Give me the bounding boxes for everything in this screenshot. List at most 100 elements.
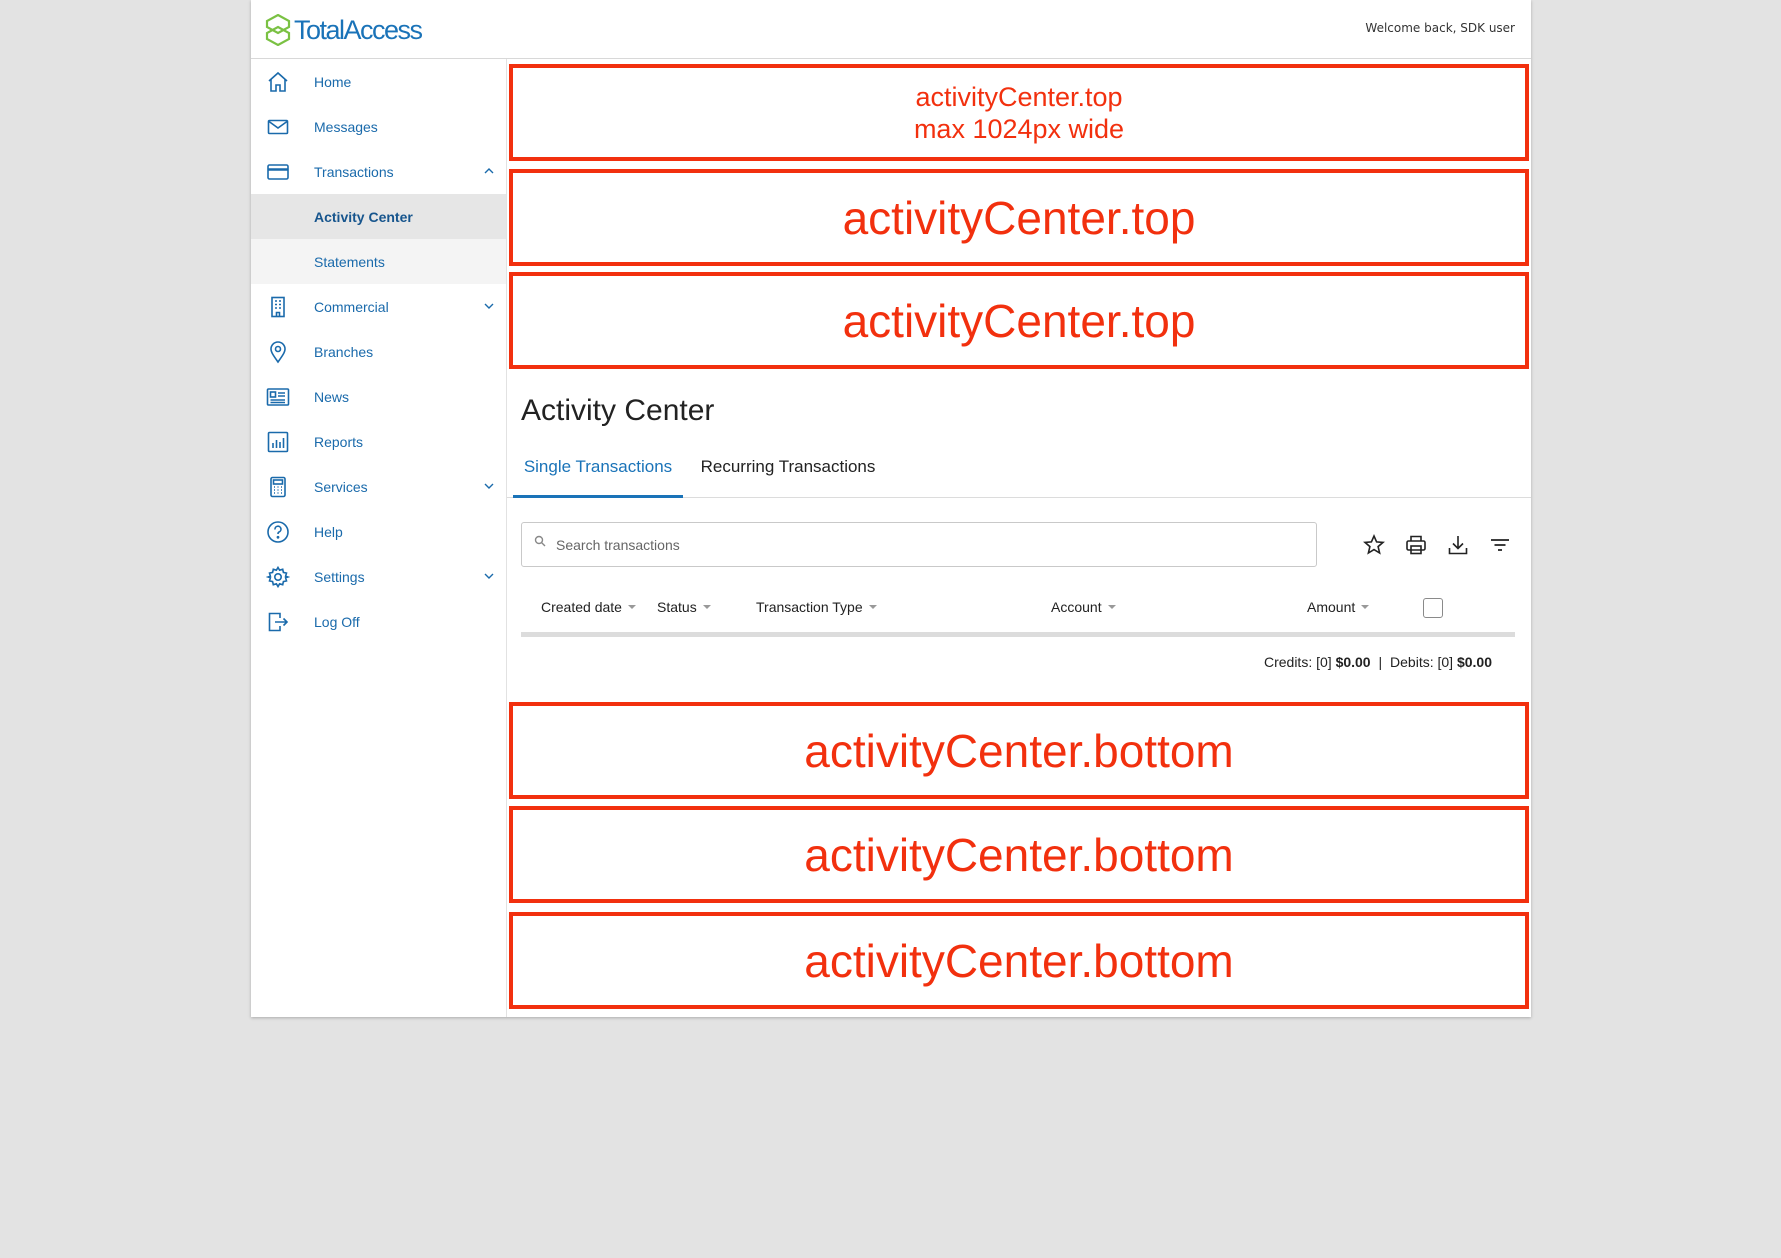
select-all-checkbox[interactable] xyxy=(1423,598,1443,618)
sidebar-item-label: Branches xyxy=(314,343,374,360)
column-account[interactable]: Account xyxy=(1051,599,1116,615)
chevron-down-icon[interactable] xyxy=(482,569,496,583)
sidebar-item-label: Transactions xyxy=(314,163,394,180)
search-icon xyxy=(534,535,546,547)
home-icon xyxy=(265,69,291,95)
sidebar-item-label: Commercial xyxy=(314,298,389,315)
tab-single-transactions[interactable]: Single Transactions xyxy=(513,443,683,498)
hexagon-logo-icon xyxy=(265,14,291,46)
table-divider xyxy=(521,632,1515,637)
column-amount[interactable]: Amount xyxy=(1307,599,1370,615)
filter-button[interactable] xyxy=(1486,531,1514,559)
column-label: Created date xyxy=(541,599,622,615)
sidebar-nav: Home Messages Transactions Activity Cent xyxy=(251,59,507,1017)
slot-label: activityCenter.bottom xyxy=(804,934,1234,987)
sidebar-item-label: Log Off xyxy=(314,613,360,630)
page-title: Activity Center xyxy=(521,394,715,427)
sort-caret-icon xyxy=(868,605,877,609)
slot-top-3: activityCenter.top xyxy=(509,272,1529,369)
brand-logo[interactable]: TotalAccess xyxy=(265,13,423,47)
sidebar-item-settings[interactable]: Settings xyxy=(251,554,506,599)
credits-label: Credits: [0] xyxy=(1263,654,1332,670)
sidebar-item-log-off[interactable]: Log Off xyxy=(251,599,506,644)
sidebar-item-commercial[interactable]: Commercial xyxy=(251,284,506,329)
slot-note: max 1024px wide xyxy=(913,113,1125,144)
slot-bottom-3: activityCenter.bottom xyxy=(509,912,1529,1009)
slot-label: activityCenter.bottom xyxy=(804,828,1234,881)
slot-label: activityCenter.top xyxy=(842,294,1196,347)
credits-value: $0.00 xyxy=(1335,654,1371,670)
sidebar-item-label: Statements xyxy=(314,253,385,270)
sidebar-item-home[interactable]: Home xyxy=(251,59,506,104)
gear-icon xyxy=(265,564,291,590)
top-header: TotalAccess Welcome back, SDK user xyxy=(251,0,1531,59)
debits-label: Debits: [0] xyxy=(1390,654,1454,670)
logout-icon xyxy=(265,609,291,635)
print-button[interactable] xyxy=(1402,531,1430,559)
totals-separator: | xyxy=(1378,654,1383,670)
mail-icon xyxy=(265,114,291,140)
column-transaction-type[interactable]: Transaction Type xyxy=(756,599,877,615)
sidebar-item-reports[interactable]: Reports xyxy=(251,419,506,464)
location-pin-icon xyxy=(265,339,291,365)
newspaper-icon xyxy=(265,384,291,410)
sidebar-item-label: Services xyxy=(314,478,368,495)
sidebar-item-label: News xyxy=(314,388,350,405)
search-box[interactable] xyxy=(521,522,1317,567)
print-icon xyxy=(1406,535,1426,555)
calculator-icon xyxy=(265,474,291,500)
star-icon xyxy=(1363,534,1385,555)
column-label: Transaction Type xyxy=(756,599,863,615)
sort-caret-icon xyxy=(627,605,636,609)
slot-label: activityCenter.top xyxy=(842,191,1196,244)
sort-caret-icon xyxy=(1107,605,1116,609)
download-icon xyxy=(1448,536,1468,555)
app-window: TotalAccess Welcome back, SDK user Home … xyxy=(251,0,1531,1017)
slot-top-1: activityCenter.top max 1024px wide xyxy=(509,64,1529,161)
chevron-down-icon[interactable] xyxy=(482,299,496,313)
chevron-up-icon[interactable] xyxy=(482,164,496,178)
sort-caret-icon xyxy=(702,605,711,609)
sidebar-item-statements[interactable]: Statements xyxy=(251,239,506,284)
favorite-button[interactable] xyxy=(1360,531,1388,559)
sidebar-item-services[interactable]: Services xyxy=(251,464,506,509)
welcome-message: Welcome back, SDK user xyxy=(1365,21,1515,35)
column-label: Account xyxy=(1051,599,1102,615)
table-header: Created date Status Transaction Type Acc… xyxy=(521,593,1515,633)
sidebar-item-branches[interactable]: Branches xyxy=(251,329,506,374)
sidebar-item-label: Activity Center xyxy=(314,208,413,225)
sort-caret-icon xyxy=(1361,605,1370,609)
sidebar-item-label: Help xyxy=(314,523,343,540)
slot-bottom-2: activityCenter.bottom xyxy=(509,806,1529,903)
sidebar-item-activity-center[interactable]: Activity Center xyxy=(251,194,506,239)
brand-name: TotalAccess xyxy=(294,14,423,45)
filter-icon xyxy=(1491,539,1509,551)
sidebar-item-label: Home xyxy=(314,73,352,90)
sidebar-item-news[interactable]: News xyxy=(251,374,506,419)
download-button[interactable] xyxy=(1444,531,1472,559)
totals-summary: Credits: [0] $0.00 | Debits: [0] $0.00 xyxy=(1264,654,1492,670)
slot-bottom-1: activityCenter.bottom xyxy=(509,702,1529,799)
slot-top-2: activityCenter.top xyxy=(509,169,1529,266)
tab-recurring-transactions[interactable]: Recurring Transactions xyxy=(693,443,883,498)
bar-chart-icon xyxy=(265,429,291,455)
column-label: Status xyxy=(657,599,697,615)
column-created-date[interactable]: Created date xyxy=(541,599,636,615)
card-icon xyxy=(265,159,291,185)
chevron-down-icon[interactable] xyxy=(482,479,496,493)
sidebar-item-messages[interactable]: Messages xyxy=(251,104,506,149)
debits-value: $0.00 xyxy=(1456,654,1492,670)
sidebar-item-help[interactable]: Help xyxy=(251,509,506,554)
main-content: activityCenter.top max 1024px wide activ… xyxy=(507,59,1531,1017)
help-icon xyxy=(265,519,291,545)
building-icon xyxy=(265,294,291,320)
slot-label: activityCenter.top xyxy=(915,81,1123,112)
sidebar-item-label: Reports xyxy=(314,433,364,450)
sidebar-item-label: Settings xyxy=(314,568,365,585)
sidebar-item-label: Messages xyxy=(314,118,378,135)
tab-bar: Single Transactions Recurring Transactio… xyxy=(507,443,1531,498)
column-status[interactable]: Status xyxy=(657,599,711,615)
search-input[interactable] xyxy=(556,529,1296,561)
slot-label: activityCenter.bottom xyxy=(804,724,1234,777)
sidebar-item-transactions[interactable]: Transactions xyxy=(251,149,506,194)
